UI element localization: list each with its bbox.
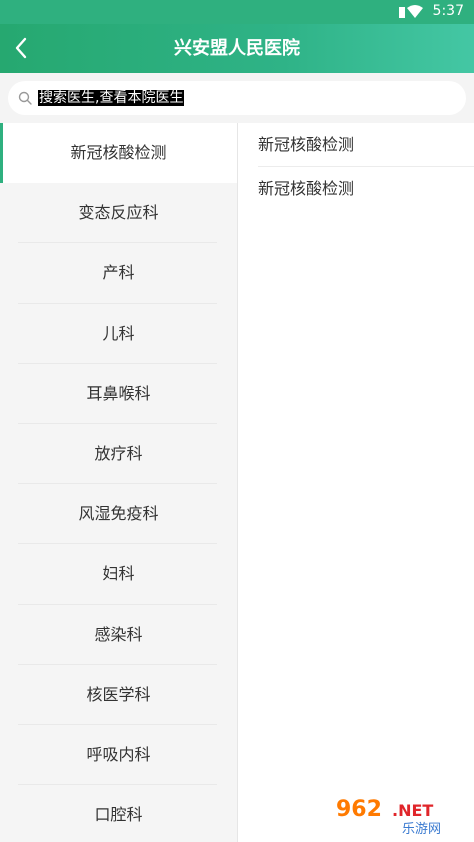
search-icon xyxy=(18,91,32,105)
app-bar: 兴安盟人民医院 xyxy=(0,24,474,73)
watermark-logo: 962 .NET 乐游网 xyxy=(336,797,441,836)
department-item[interactable]: 耳鼻喉科 xyxy=(0,364,237,425)
department-item[interactable]: 风湿免疫科 xyxy=(0,484,237,545)
search-placeholder: 搜索医生,查看本院医生 xyxy=(38,90,185,106)
status-time: 5:37 xyxy=(432,3,464,19)
department-list: 新冠核酸检测 变态反应科 产科 儿科 耳鼻喉科 放疗科 风湿免疫科 妇科 感染科 核医学科 呼吸内科… xyxy=(0,123,238,842)
department-item[interactable]: 感染科 xyxy=(0,605,237,665)
search-input[interactable]: 搜索医生,查看本院医生 xyxy=(8,81,466,115)
search-bar: 搜索医生,查看本院医生 xyxy=(0,73,474,123)
department-item[interactable]: 新冠核酸检测 xyxy=(0,123,237,184)
service-list: 新冠核酸检测 新冠核酸检测 xyxy=(238,123,474,842)
department-item[interactable]: 口腔科 xyxy=(0,785,237,842)
watermark-subtitle: 乐游网 xyxy=(402,822,441,836)
service-item[interactable]: 新冠核酸检测 xyxy=(238,167,474,211)
status-bar: 5:37 xyxy=(0,0,474,24)
department-item[interactable]: 产科 xyxy=(0,243,237,304)
watermark-number: 962 xyxy=(336,797,382,822)
battery-icon xyxy=(399,7,405,18)
department-item[interactable]: 核医学科 xyxy=(0,665,237,726)
department-item[interactable]: 妇科 xyxy=(0,544,237,605)
department-item[interactable]: 变态反应科 xyxy=(0,183,237,244)
page-title: 兴安盟人民医院 xyxy=(174,38,300,59)
department-item[interactable]: 呼吸内科 xyxy=(0,725,237,786)
service-item[interactable]: 新冠核酸检测 xyxy=(238,123,474,167)
department-item[interactable]: 儿科 xyxy=(0,304,237,364)
department-item[interactable]: 放疗科 xyxy=(0,424,237,485)
wifi-icon xyxy=(407,5,423,18)
watermark-domain: .NET xyxy=(392,801,433,820)
